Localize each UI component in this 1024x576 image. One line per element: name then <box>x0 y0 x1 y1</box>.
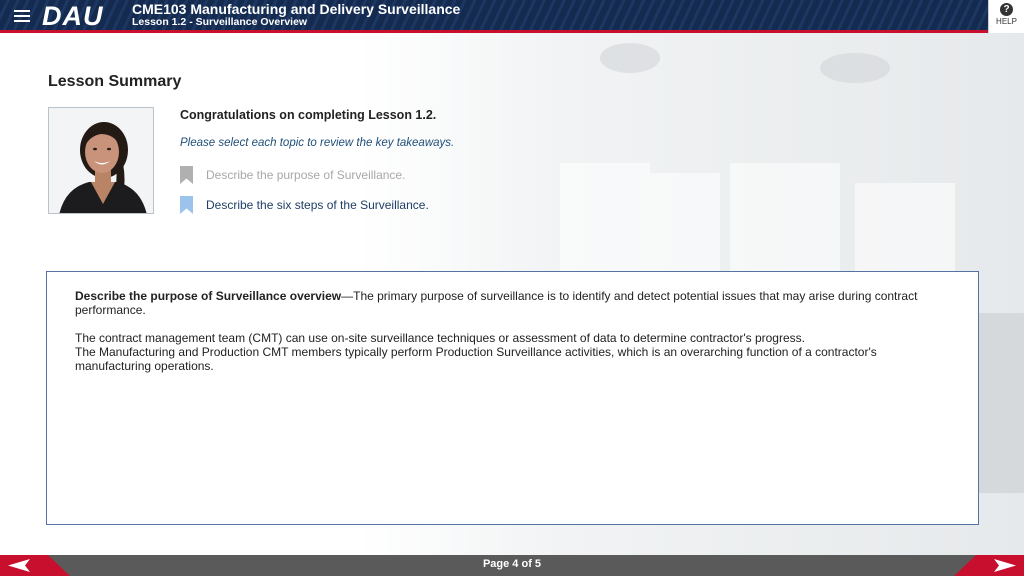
takeaway-detail-line-2: The Manufacturing and Production CMT mem… <box>75 345 877 373</box>
next-page-button[interactable] <box>954 555 1024 576</box>
menu-icon[interactable] <box>14 10 30 23</box>
topic-label: Describe the six steps of the Surveillan… <box>206 198 429 212</box>
takeaway-detail-paragraph: The contract management team (CMT) can u… <box>75 331 950 373</box>
dau-logo: DAU <box>42 1 104 31</box>
topic-purpose-of-surveillance[interactable]: Describe the purpose of Surveillance. <box>180 165 405 185</box>
instructor-photo <box>48 107 154 214</box>
topic-label: Describe the purpose of Surveillance. <box>206 168 406 182</box>
lesson-title: Lesson 1.2 - Surveillance Overview <box>132 16 308 28</box>
arrow-right-icon <box>954 555 1024 576</box>
help-label: HELP <box>996 17 1017 26</box>
top-header: DAU CME103 Manufacturing and Delivery Su… <box>0 0 1024 33</box>
page-indicator: Page 4 of 5 <box>482 558 542 570</box>
takeaway-panel: Describe the purpose of Surveillance ove… <box>46 271 979 525</box>
instruction-text: Please select each topic to review the k… <box>180 137 455 149</box>
page-title: Lesson Summary <box>48 73 182 90</box>
congrats-heading: Congratulations on completing Lesson 1.2… <box>180 108 437 122</box>
bookmark-icon <box>180 196 193 214</box>
bookmark-icon <box>180 166 193 184</box>
topic-six-steps[interactable]: Describe the six steps of the Surveillan… <box>180 195 429 215</box>
takeaway-detail-line-1: The contract management team (CMT) can u… <box>75 331 805 345</box>
course-title: CME103 Manufacturing and Delivery Survei… <box>132 1 461 17</box>
takeaway-heading: Describe the purpose of Surveillance ove… <box>75 289 342 303</box>
help-icon: ? <box>1000 3 1013 16</box>
bottom-nav-bar: Page 4 of 5 <box>0 555 1024 576</box>
help-button[interactable]: ? HELP <box>988 0 1024 33</box>
takeaway-intro-paragraph: Describe the purpose of Surveillance ove… <box>75 289 950 317</box>
